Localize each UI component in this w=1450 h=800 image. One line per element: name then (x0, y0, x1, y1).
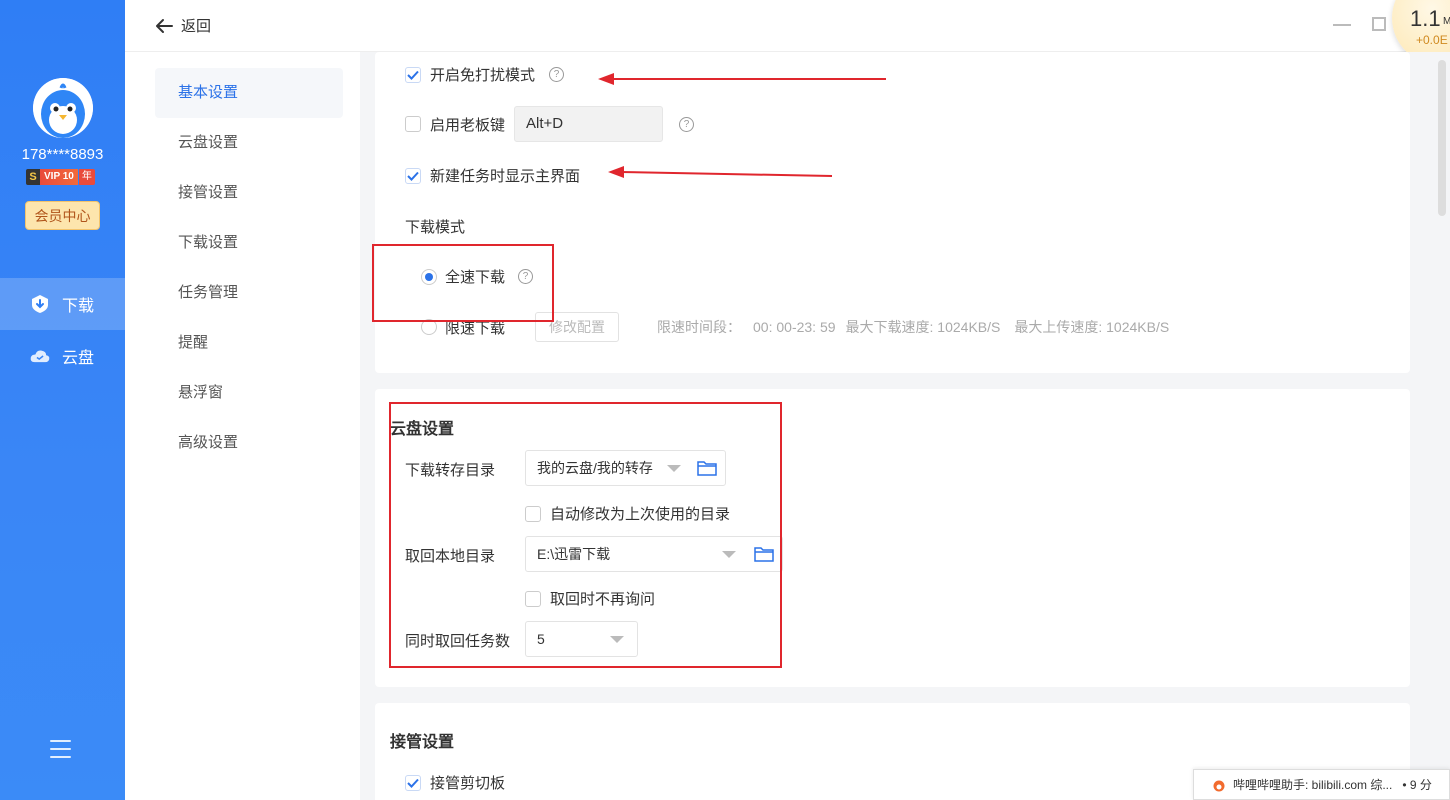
content-scrollbar[interactable] (1438, 60, 1446, 216)
back-label: 返回 (181, 18, 212, 35)
vip-year: 年 (78, 169, 95, 185)
dnd-label: 开启免打扰模式 (430, 67, 536, 84)
download-shield-icon (30, 294, 50, 314)
member-center-button[interactable]: 会员中心 (25, 201, 100, 230)
vip-badge: S VIP 10 年 (26, 169, 95, 185)
limit-period-label: 限速时间段： (657, 319, 742, 335)
boss-key-label: 启用老板键 (430, 116, 506, 134)
minimize-button[interactable] (1333, 24, 1351, 26)
menu-basic-settings[interactable]: 基本设置 (155, 68, 343, 118)
top-bar: 返回 (125, 0, 1450, 52)
back-button[interactable]: 返回 (155, 15, 211, 36)
menu-download-settings[interactable]: 下载设置 (155, 218, 343, 268)
annotation-arrow-show-main (608, 166, 833, 178)
clipboard-label: 接管剪切板 (430, 775, 506, 792)
menu-cloud-settings[interactable]: 云盘设置 (155, 118, 343, 168)
app-sidebar: 178****8893 S VIP 10 年 会员中心 下载 云盘 (0, 0, 125, 800)
maximize-button[interactable] (1372, 17, 1386, 31)
nav-cloud[interactable]: 云盘 (0, 330, 125, 382)
nav-cloud-label: 云盘 (62, 350, 95, 367)
dnd-option[interactable]: 开启免打扰模式 ? (405, 64, 565, 85)
float-speed-value: 1.1 (1410, 6, 1441, 31)
vip-level: VIP 10 (40, 169, 78, 185)
check-icon (407, 171, 419, 181)
download-mode-title: 下载模式 (405, 219, 466, 236)
boss-key-input[interactable]: Alt+D (514, 106, 664, 142)
clipboard-option[interactable]: 接管剪切板 (405, 772, 505, 793)
max-upload-speed: 最大上传速度: 1024KB/S (1014, 319, 1170, 335)
nav-download[interactable]: 下载 (0, 278, 125, 330)
settings-menu: 基本设置 云盘设置 接管设置 下载设置 任务管理 提醒 悬浮窗 高级设置 (125, 52, 360, 800)
check-icon (407, 778, 419, 788)
toast-text: 哔哩哔哩助手: bilibili.com 综... (1233, 778, 1393, 792)
limit-period-value: 00: 00-23: 59 (753, 319, 836, 335)
notification-toast[interactable]: 哔哩哔哩助手: bilibili.com 综... • 9 分 (1193, 769, 1450, 800)
nav-download-label: 下载 (62, 298, 95, 315)
boss-key-option[interactable]: 启用老板键 Alt+D ? (405, 106, 695, 142)
hamburger-menu-icon[interactable] (50, 740, 71, 758)
menu-task-management[interactable]: 任务管理 (155, 268, 343, 318)
clipboard-checkbox[interactable] (405, 774, 421, 791)
float-speed-unit: M (1443, 16, 1450, 27)
show-main-label: 新建任务时显示主界面 (430, 168, 581, 185)
dnd-checkbox[interactable] (405, 66, 421, 83)
menu-floating-window[interactable]: 悬浮窗 (155, 368, 343, 418)
arrow-left-icon (156, 18, 173, 33)
show-main-checkbox[interactable] (405, 167, 421, 184)
float-speed-sub: +0.0E (1416, 33, 1448, 47)
help-icon[interactable]: ? (549, 67, 565, 82)
menu-advanced-settings[interactable]: 高级设置 (155, 418, 343, 468)
annotation-box-full-speed (372, 244, 554, 322)
check-icon (407, 70, 419, 80)
toast-extra: • 9 分 (1402, 778, 1432, 792)
username: 178****8893 (21, 146, 104, 163)
annotation-box-cloud-settings (389, 402, 782, 668)
help-icon[interactable]: ? (679, 116, 695, 132)
show-main-option[interactable]: 新建任务时显示主界面 (405, 165, 580, 186)
bird-avatar-icon (33, 78, 93, 138)
max-download-speed: 最大下载速度: 1024KB/S (845, 319, 1001, 335)
basic-settings-card: 开启免打扰模式 ? 启用老板键 Alt+D ? 新建任务时显示主界面 下载模式 … (375, 52, 1410, 373)
menu-takeover-settings[interactable]: 接管设置 (155, 168, 343, 218)
flame-icon (1213, 780, 1225, 791)
user-avatar[interactable] (33, 78, 93, 138)
boss-key-checkbox[interactable] (405, 116, 421, 132)
annotation-arrow-dnd (598, 73, 886, 85)
menu-reminder[interactable]: 提醒 (155, 318, 343, 368)
vip-prefix: S (26, 169, 40, 185)
cloud-icon (30, 346, 50, 366)
takeover-settings-title: 接管设置 (390, 734, 455, 751)
